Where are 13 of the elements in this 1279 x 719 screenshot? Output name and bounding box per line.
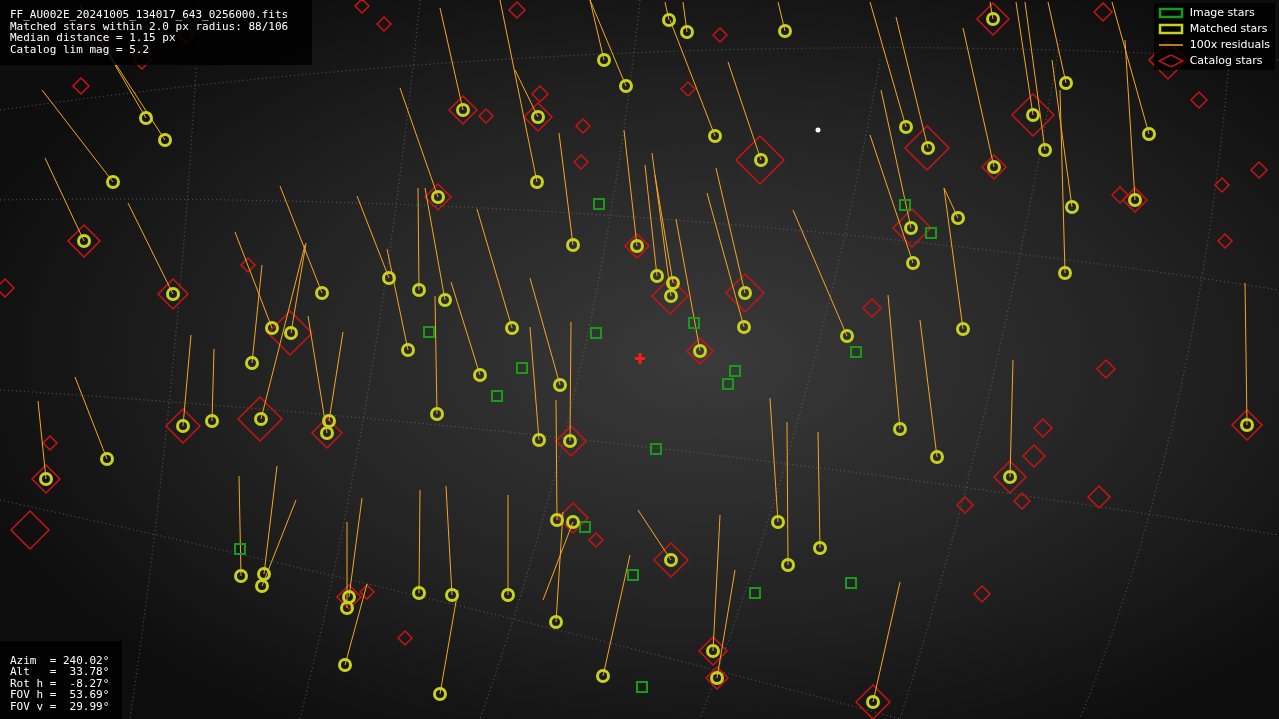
info-text: Catalog lim mag = 5.2 [10,43,151,55]
legend-label: 100x residuals [1189,38,1270,51]
pointing-text: Alt = 33.78° [10,666,111,678]
info-text: Matched stars within 2.0 px radius: 88/106 [10,20,290,32]
info-text: Median distance = 1.15 px [10,32,176,44]
pointing-text: FOV h = 53.69° [10,689,111,701]
legend-label: Image stars [1189,6,1255,19]
pointing-text: FOV v = 29.99° [10,700,111,712]
pointing-text: Rot h = -8.27° [10,677,111,689]
pointing-text: Azim = 240.02° [10,654,111,666]
legend-label: Catalog stars [1189,54,1263,67]
legend-label: Matched stars [1189,22,1268,35]
info-text: FF_AU002E_20241005_134017_643_0256000.fits [10,9,290,21]
